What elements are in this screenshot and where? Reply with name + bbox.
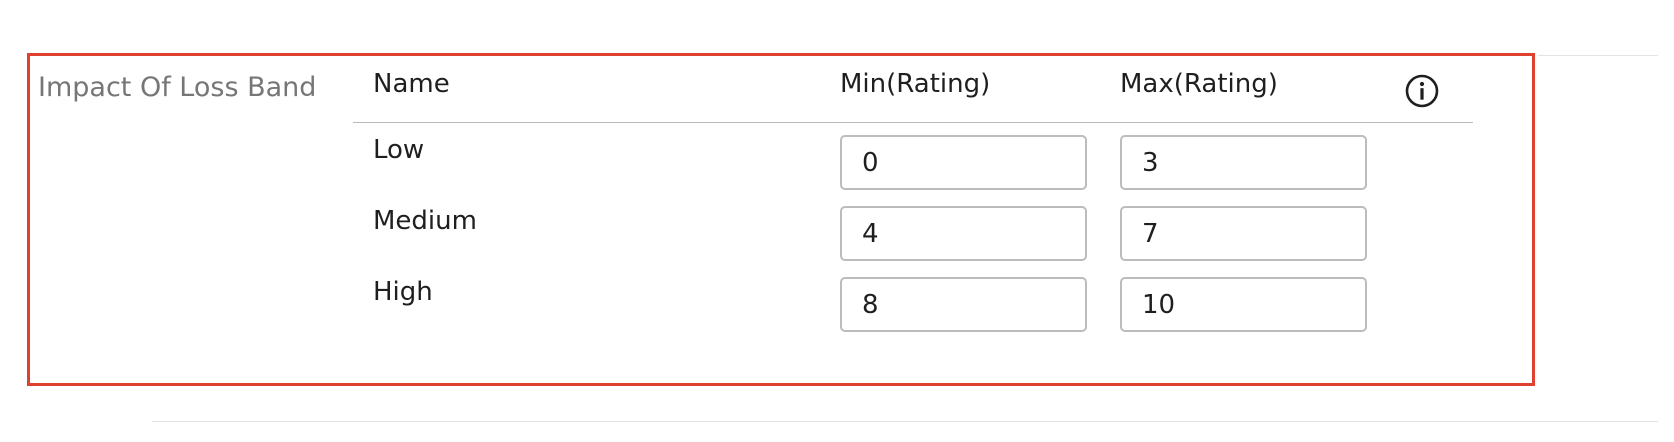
min-rating-input-high[interactable] [840,277,1087,332]
section-divider-bottom [152,421,1658,422]
max-rating-input-medium[interactable] [1120,206,1367,261]
column-header-name: Name [373,69,450,99]
section-divider-top [1538,55,1658,56]
min-rating-input-medium[interactable] [840,206,1087,261]
column-header-min-rating: Min(Rating) [840,69,991,99]
table-row-medium: Medium [353,206,1473,266]
row-name-high: High [373,277,433,307]
table-row-low: Low [353,135,1473,195]
max-rating-input-low[interactable] [1120,135,1367,190]
table-header: Name Min(Rating) Max(Rating) [353,60,1473,123]
impact-of-loss-band-table: Name Min(Rating) Max(Rating) Low Medium … [353,60,1473,360]
row-name-low: Low [373,135,425,165]
max-rating-input-high[interactable] [1120,277,1367,332]
field-label: Impact Of Loss Band [38,72,317,103]
min-rating-input-low[interactable] [840,135,1087,190]
table-row-high: High [353,277,1473,337]
column-header-max-rating: Max(Rating) [1120,69,1278,99]
info-icon[interactable] [1404,73,1440,109]
row-name-medium: Medium [373,206,477,236]
